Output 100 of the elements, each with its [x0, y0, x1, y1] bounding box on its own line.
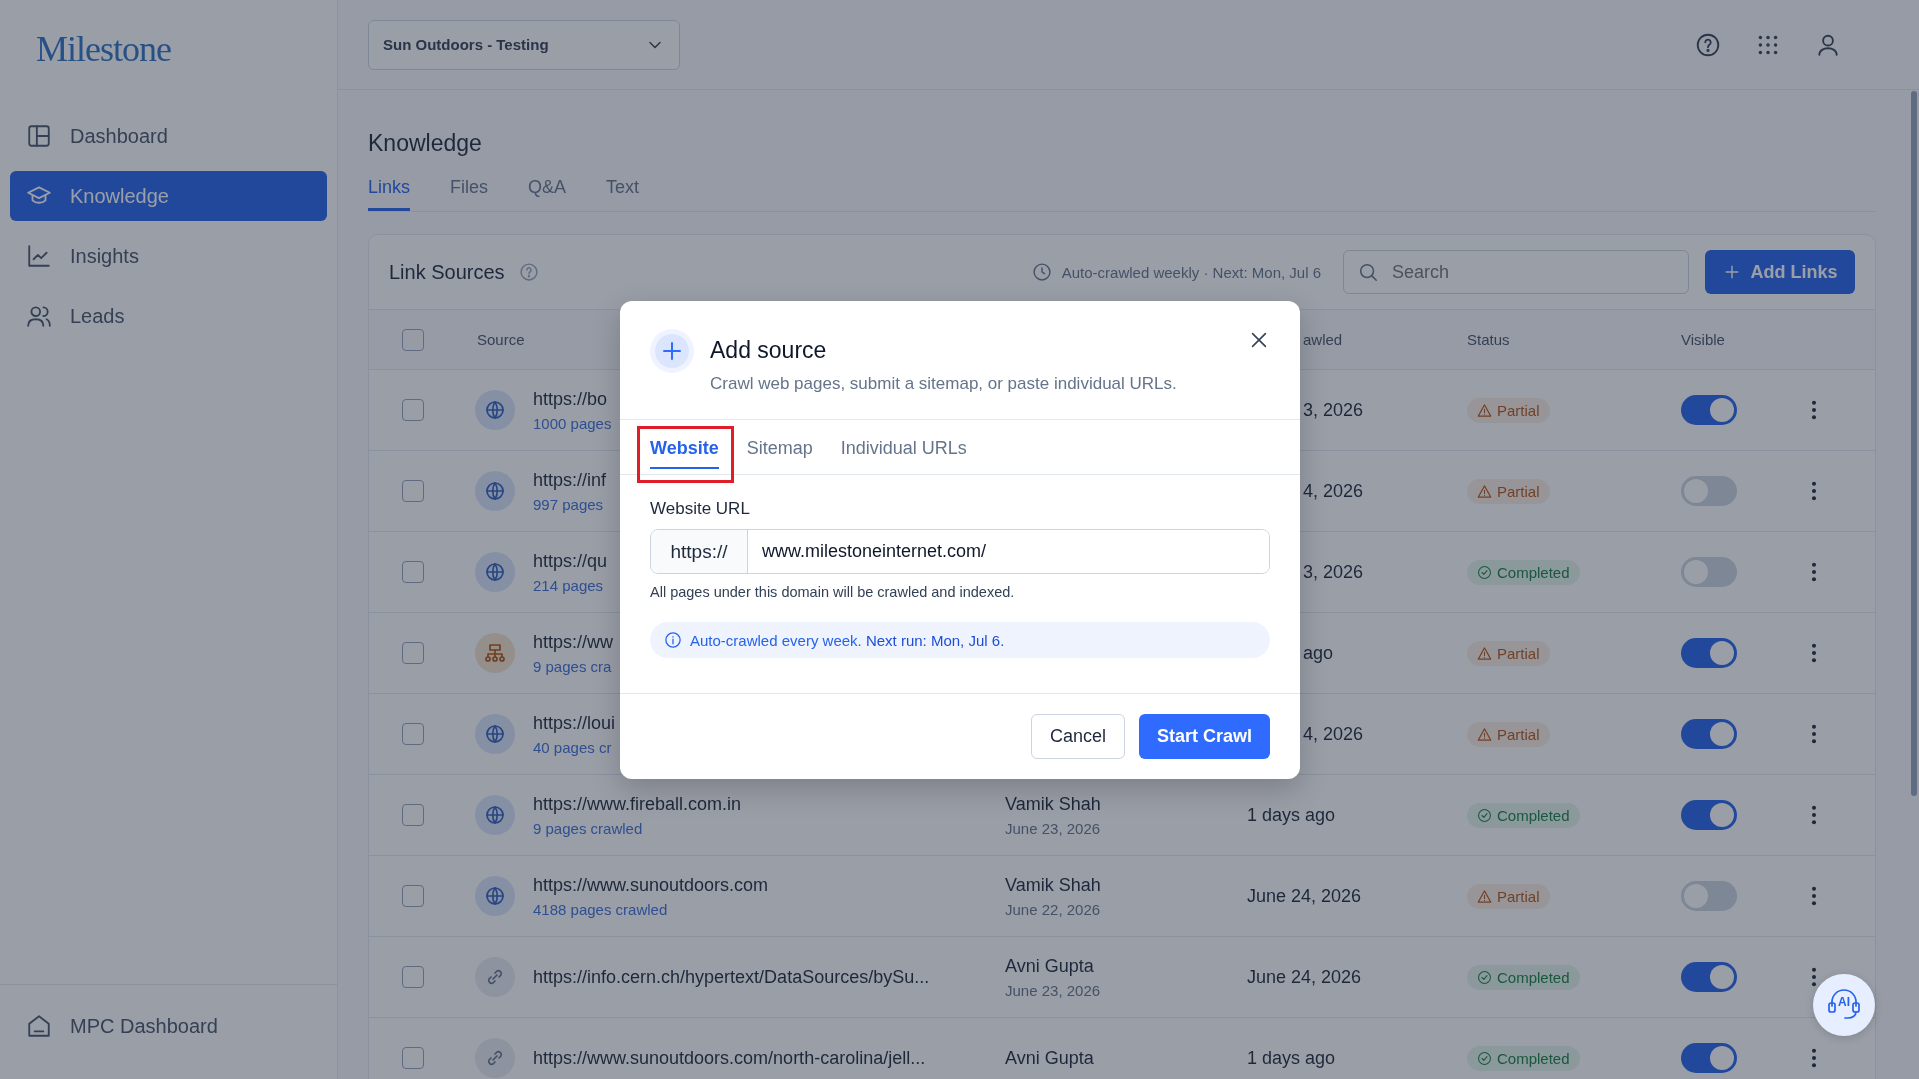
more-icon[interactable]	[1811, 1047, 1817, 1069]
globe-icon	[475, 552, 515, 592]
pages-count: 1000 pages	[533, 414, 612, 432]
tab[interactable]: Files	[450, 177, 489, 211]
layout-icon	[26, 123, 52, 149]
checkbox[interactable]	[402, 966, 424, 988]
help-icon[interactable]	[1695, 31, 1721, 58]
status-badge: Partial	[1467, 640, 1550, 666]
crawled-date: June 24, 2026	[1247, 966, 1362, 987]
checkbox[interactable]	[402, 723, 424, 745]
status-badge: Completed	[1467, 559, 1580, 585]
search-field[interactable]: Search	[1343, 250, 1689, 294]
checkbox[interactable]	[402, 480, 424, 502]
visibility-toggle[interactable]	[1681, 800, 1737, 830]
workspace-dropdown[interactable]: Sun Outdoors - Testing	[368, 19, 680, 70]
info-text: Auto-crawled every week. Next run: Mon, Jul 6.	[690, 631, 1005, 649]
source-url[interactable]: https://info.cern.ch/hypertext/DataSources/bySu...	[533, 966, 930, 988]
checkbox[interactable]	[402, 561, 424, 583]
status-badge: Partial	[1467, 883, 1550, 909]
visibility-toggle[interactable]	[1681, 719, 1737, 749]
column-header: awled	[1303, 330, 1343, 348]
page-title: Knowledge	[368, 130, 482, 157]
sitemap-icon	[475, 633, 515, 673]
column-header: Source	[476, 331, 526, 348]
tab[interactable]: Individual URLs	[840, 435, 967, 469]
users-icon	[26, 303, 52, 329]
more-icon[interactable]	[1811, 966, 1817, 988]
more-icon[interactable]	[1811, 480, 1817, 502]
help-icon[interactable]	[518, 262, 539, 282]
pages-count: 9 pages cra	[533, 657, 612, 675]
source-url[interactable]: https://www.sunoutdoors.com	[533, 874, 769, 896]
visibility-toggle[interactable]	[1681, 881, 1737, 911]
more-icon[interactable]	[1811, 804, 1817, 826]
search-icon	[1357, 261, 1379, 283]
status-badge: Completed	[1467, 1045, 1580, 1071]
crawled-date: 1 days ago	[1247, 804, 1336, 825]
tab[interactable]: Text	[606, 177, 640, 211]
checkbox[interactable]	[402, 885, 424, 907]
cancel-button[interactable]: Cancel	[1030, 714, 1125, 759]
checkbox[interactable]	[402, 1047, 424, 1069]
card-title: Link Sources	[389, 260, 505, 284]
crawled-date: 4, 2026	[1303, 723, 1364, 744]
tab[interactable]: Links	[368, 177, 411, 211]
more-icon[interactable]	[1811, 561, 1817, 583]
author-name: Avni Gupta	[1005, 1047, 1094, 1069]
checkbox[interactable]	[402, 804, 424, 826]
visibility-toggle[interactable]	[1681, 638, 1737, 668]
sidebar-item[interactable]: MPC Dashboard	[10, 1001, 327, 1051]
author-name: Vamik Shah	[1005, 793, 1101, 815]
source-url[interactable]: https://www.fireball.com.in	[533, 793, 742, 815]
line-chart-icon	[26, 243, 52, 269]
tab[interactable]: Q&A	[528, 177, 567, 211]
start-crawl-button[interactable]: Start Crawl	[1138, 714, 1270, 759]
dialog-title: Add source	[710, 336, 827, 364]
added-date: June 23, 2026	[1005, 819, 1101, 837]
column-header: Status	[1467, 331, 1511, 348]
more-icon[interactable]	[1811, 642, 1817, 664]
crawled-date: 3, 2026	[1303, 399, 1364, 420]
more-icon[interactable]	[1811, 885, 1817, 907]
link-icon	[475, 957, 515, 997]
sidebar-item[interactable]: Leads	[10, 291, 327, 341]
checkbox[interactable]	[402, 642, 424, 664]
info-icon	[664, 631, 682, 649]
visibility-toggle[interactable]	[1681, 1043, 1737, 1073]
source-url[interactable]: https://qu	[533, 550, 608, 572]
status-badge: Partial	[1467, 721, 1550, 747]
source-url[interactable]: https://inf	[533, 469, 607, 491]
url-field[interactable]: https:// www.milestoneinternet.com/	[650, 529, 1270, 574]
add-links-button[interactable]: Add Links	[1705, 250, 1855, 294]
tab[interactable]: Website	[650, 435, 719, 469]
pages-count: 40 pages cr	[533, 738, 612, 756]
visibility-toggle[interactable]	[1681, 557, 1737, 587]
status-badge: Partial	[1467, 478, 1550, 504]
source-url[interactable]: https://bo	[533, 388, 608, 410]
source-url[interactable]: https://www.sunoutdoors.com/north-carolina/jell...	[533, 1047, 926, 1069]
field-hint: All pages under this domain will be crawled and indexed.	[650, 584, 1015, 600]
source-url[interactable]: https://ww	[533, 631, 614, 653]
pages-count: 214 pages	[533, 576, 604, 594]
tab[interactable]: Sitemap	[746, 435, 813, 469]
globe-icon	[475, 390, 515, 430]
globe-icon	[475, 471, 515, 511]
source-url[interactable]: https://loui	[533, 712, 616, 734]
added-date: June 22, 2026	[1005, 900, 1101, 918]
globe-icon	[475, 795, 515, 835]
more-icon[interactable]	[1811, 399, 1817, 421]
logo: Milestone	[36, 28, 171, 70]
status-badge: Completed	[1467, 802, 1580, 828]
visibility-toggle[interactable]	[1681, 962, 1737, 992]
pages-count: 4188 pages crawled	[533, 900, 668, 918]
sidebar-item[interactable]: Insights	[10, 231, 327, 281]
checkbox[interactable]	[402, 328, 424, 351]
sidebar-item[interactable]: Knowledge	[10, 171, 327, 221]
more-icon[interactable]	[1811, 723, 1817, 745]
dialog-subtitle: Crawl web pages, submit a sitemap, or paste individual URLs.	[710, 374, 1177, 394]
sidebar-item[interactable]: Dashboard	[10, 111, 327, 161]
url-prefix: https://	[651, 530, 748, 573]
checkbox[interactable]	[402, 399, 424, 421]
crawled-date: ago	[1303, 642, 1334, 663]
visibility-toggle[interactable]	[1681, 476, 1737, 506]
visibility-toggle[interactable]	[1681, 395, 1737, 425]
